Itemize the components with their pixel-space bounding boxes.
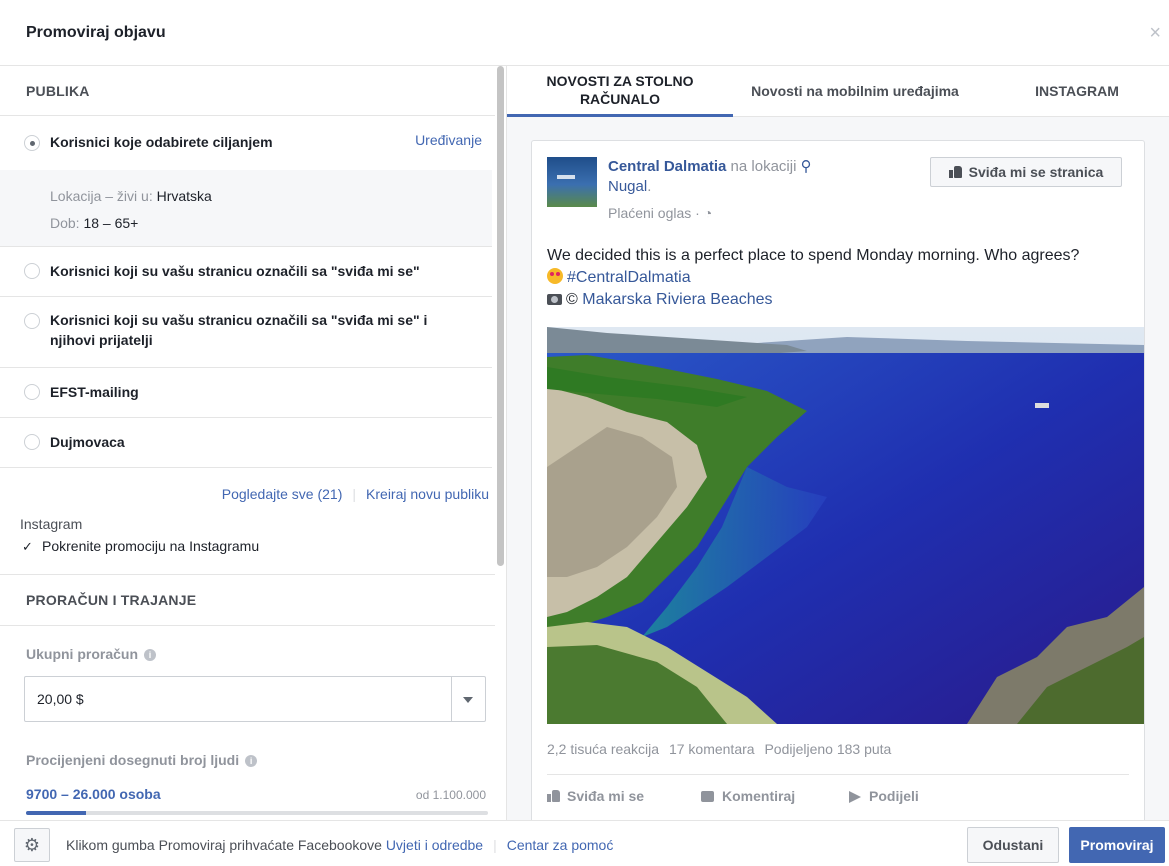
tab-desktop-news[interactable]: NOVOSTI ZA STOLNO RAČUNALO: [507, 66, 733, 117]
audience-details: Lokacija – živi u: Hrvatska Dob: 18 – 65…: [0, 170, 492, 247]
post-author: Central Dalmatia na lokaciji ⚲ Nugal.: [608, 158, 812, 195]
share-action[interactable]: Podijeli: [849, 788, 919, 804]
reactions-count[interactable]: 2,2 tisuća reakcija: [547, 741, 659, 757]
settings-panel: PUBLIKA Korisnici koje odabirete ciljanj…: [0, 66, 507, 820]
audience-option-fans-friends[interactable]: Korisnici koji su vašu stranicu označili…: [0, 297, 492, 368]
info-icon[interactable]: i: [245, 755, 258, 768]
comment-action[interactable]: Komentiraj: [701, 788, 795, 804]
terms-text: Klikom gumba Promoviraj prihvaćate Faceb…: [66, 837, 614, 853]
audience-option-efst[interactable]: EFST-mailing: [0, 368, 492, 418]
panel-scrollbar[interactable]: [497, 66, 504, 566]
audience-radio-fans[interactable]: [24, 263, 40, 279]
check-icon[interactable]: ✓: [22, 539, 36, 555]
share-icon: [849, 791, 861, 803]
gear-icon[interactable]: ⚙: [14, 828, 50, 862]
post-stats: 2,2 tisuća reakcija 17 komentara Podijel…: [547, 741, 897, 757]
reach-progress-fill: [26, 811, 87, 815]
preview-panel: NOVOSTI ZA STOLNO RAČUNALO Novosti na mob…: [507, 66, 1169, 830]
terms-link[interactable]: Uvjeti i odredbe: [386, 837, 483, 853]
reach-total: od 1.100.000: [415, 788, 486, 802]
location-line: Lokacija – živi u: Hrvatska: [50, 188, 212, 204]
comments-count[interactable]: 17 komentara: [669, 741, 755, 757]
audience-option-targeted[interactable]: Korisnici koje odabirete ciljanjem Uređi…: [0, 116, 492, 170]
help-center-link[interactable]: Centar za pomoć: [507, 837, 614, 853]
page-avatar[interactable]: [547, 157, 597, 207]
credit-link[interactable]: Makarska Riviera Beaches: [582, 291, 772, 308]
audience-radio-targeted[interactable]: [24, 135, 40, 151]
promote-button[interactable]: Promoviraj: [1069, 827, 1165, 863]
close-icon[interactable]: ×: [1149, 22, 1161, 45]
audience-radio-efst[interactable]: [24, 384, 40, 400]
audience-option-label: Korisnici koji su vašu stranicu označili…: [50, 263, 420, 279]
post-preview-card: Central Dalmatia na lokaciji ⚲ Nugal. Pla…: [531, 140, 1145, 830]
chevron-down-icon[interactable]: [451, 677, 485, 721]
dialog-footer: ⚙ Klikom gumba Promoviraj prihvaćate Fac…: [0, 820, 1169, 866]
total-budget-label: Ukupni proračun i: [26, 646, 157, 662]
dialog-title: Promoviraj objavu: [26, 24, 166, 41]
reach-value: 9700 – 26.000 osoba: [26, 786, 161, 802]
see-all-audiences-link[interactable]: Pogledajte sve (21): [222, 486, 343, 502]
audience-option-label: Korisnici koji su vašu stranicu označili…: [50, 312, 428, 348]
cancel-button[interactable]: Odustani: [967, 827, 1059, 863]
page-name-link[interactable]: Central Dalmatia: [608, 158, 726, 175]
age-line: Dob: 18 – 65+: [50, 215, 139, 231]
thumb-up-icon: [547, 789, 561, 802]
post-photo[interactable]: [547, 327, 1144, 724]
audience-section-header: PUBLIKA: [0, 66, 495, 116]
tab-mobile-news[interactable]: Novosti na mobilnim uređajima: [725, 66, 985, 117]
shares-count[interactable]: Podijeljeno 183 puta: [764, 741, 891, 757]
location-link[interactable]: Nugal: [608, 178, 647, 195]
post-text: We decided this is a perfect place to sp…: [547, 247, 1080, 308]
globe-icon: ◔: [703, 205, 713, 221]
create-audience-link[interactable]: Kreiraj novu publiku: [366, 486, 489, 502]
budget-select[interactable]: 20,00 $: [24, 676, 486, 722]
edit-audience-link[interactable]: Uređivanje: [415, 132, 482, 148]
heart-eyes-emoji-icon: [547, 268, 563, 284]
like-page-button[interactable]: Sviđa mi se stranica: [930, 157, 1122, 187]
budget-heading: PRORAČUN I TRAJANJE: [26, 592, 197, 608]
audience-option-label: EFST-mailing: [50, 384, 139, 400]
dialog-header: Promoviraj objavu ×: [0, 0, 1169, 66]
audience-option-label: Korisnici koje odabirete ciljanjem: [50, 134, 273, 150]
comment-icon: [701, 791, 714, 802]
audience-radio-dujmovaca[interactable]: [24, 434, 40, 450]
audience-option-label: Dujmovaca: [50, 434, 125, 450]
reach-progress-bar: [26, 811, 488, 815]
audience-links: Pogledajte sve (21) | Kreiraj novu publiku: [221, 486, 489, 502]
audience-heading: PUBLIKA: [26, 83, 90, 99]
location-pin-icon: ⚲: [800, 158, 812, 175]
instagram-label: Instagram: [20, 516, 83, 532]
info-icon[interactable]: i: [144, 649, 157, 662]
instagram-checkbox[interactable]: ✓ Pokrenite promociju na Instagramu: [22, 538, 259, 555]
budget-value: 20,00 $: [37, 691, 84, 707]
budget-section-header: PRORAČUN I TRAJANJE: [0, 574, 495, 626]
audience-option-dujmovaca[interactable]: Dujmovaca: [0, 418, 492, 468]
post-actions: Sviđa mi se Komentiraj Podijeli: [547, 774, 1129, 814]
sponsored-label: Plaćeni oglas · ◔: [608, 205, 713, 221]
tab-instagram[interactable]: INSTAGRAM: [1007, 66, 1147, 117]
reach-label: Procijenjeni dosegnuti broj ljudi i: [26, 752, 258, 768]
hashtag-link[interactable]: #CentralDalmatia: [567, 269, 691, 286]
thumb-up-icon: [948, 165, 963, 178]
coastline-photo: [547, 327, 1144, 724]
preview-tabs: NOVOSTI ZA STOLNO RAČUNALO Novosti na mob…: [507, 66, 1169, 117]
like-action[interactable]: Sviđa mi se: [547, 788, 644, 804]
audience-option-fans[interactable]: Korisnici koji su vašu stranicu označili…: [0, 247, 492, 297]
camera-icon: [547, 294, 562, 305]
audience-radio-fans-friends[interactable]: [24, 313, 40, 329]
